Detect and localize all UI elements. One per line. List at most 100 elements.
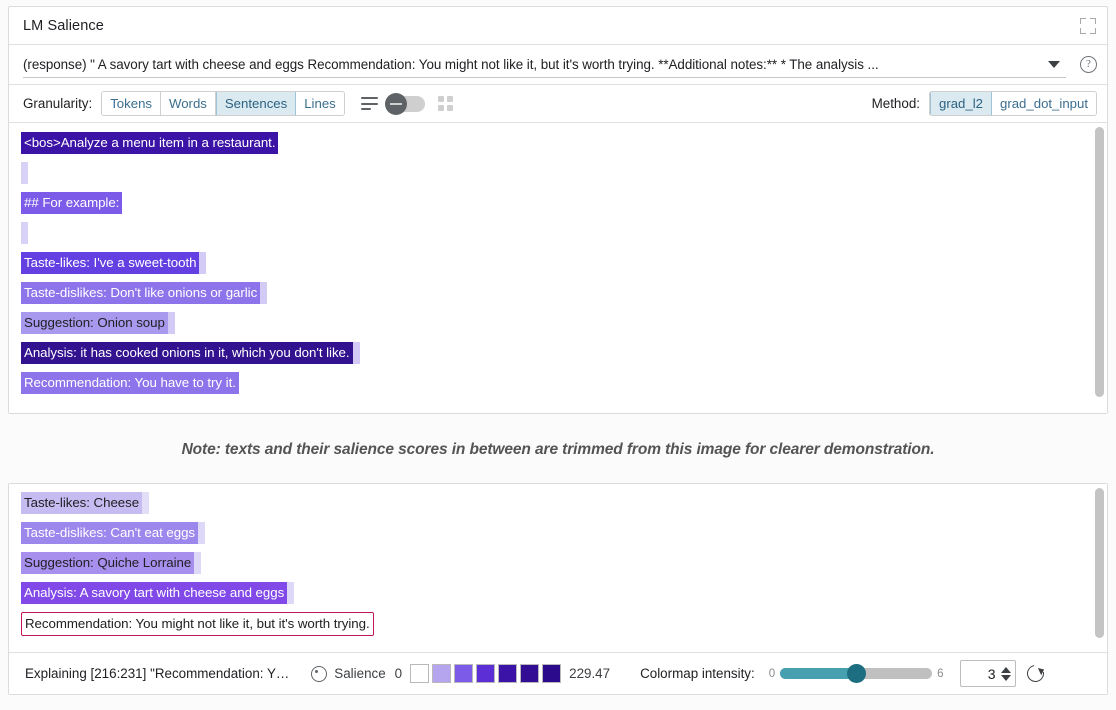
salience-segment-space[interactable] [194,552,201,574]
method-option-grad-dot-input[interactable]: grad_dot_input [992,92,1096,115]
reset-icon[interactable] [1023,662,1047,686]
page-title: LM Salience [23,18,104,34]
lines-icon-bar-3 [361,108,372,110]
salience-row[interactable] [21,222,1107,252]
response-select-value: (response) " A savory tart with cheese a… [23,57,1042,72]
lines-icon[interactable] [361,97,378,110]
response-selector-bar: (response) " A savory tart with cheese a… [9,45,1107,85]
salience-text-panel-top[interactable]: <bos>Analyze a menu item in a restaurant… [9,123,1107,413]
salience-segment[interactable]: Taste-dislikes: Can't eat eggs [21,522,198,544]
salience-segment-space[interactable] [142,492,149,514]
salience-segment-selected[interactable]: Recommendation: You might not like it, b… [21,612,374,636]
ramp-swatch-4 [498,664,517,683]
slider-handle[interactable] [847,664,866,683]
salience-segment[interactable] [21,162,28,184]
salience-segment[interactable]: <bos>Analyze a menu item in a restaurant… [21,132,278,154]
grid-cell-1 [438,96,444,102]
salience-row[interactable]: Analysis: it has cooked onions in it, wh… [21,342,1107,372]
ramp-swatch-3 [476,664,495,683]
grid-view-icon[interactable] [438,96,453,111]
ramp-swatch-0 [410,664,429,683]
granularity-option-lines[interactable]: Lines [296,92,344,115]
salience-row[interactable]: Recommendation: You have to try it. [21,372,1107,402]
salience-segment[interactable]: Suggestion: Onion soup [21,312,168,334]
stepper-arrows[interactable] [1001,667,1011,681]
lines-icon-bar-1 [361,97,378,99]
salience-row[interactable]: Taste-likes: Cheese [21,492,1107,522]
salience-row[interactable]: ## For example: [21,192,1107,222]
ramp-swatch-6 [542,664,561,683]
help-circle-icon[interactable]: ? [1080,56,1097,73]
salience-row[interactable]: Taste-likes: I've a sweet-tooth [21,252,1107,282]
salience-row[interactable]: <bos>Analyze a menu item in a restaurant… [21,132,1107,162]
display-mode-toggle[interactable] [387,96,425,112]
salience-row[interactable]: Suggestion: Quiche Lorraine [21,552,1107,582]
method-option-grad-l2[interactable]: grad_l2 [930,92,992,115]
salience-segment[interactable]: ## For example: [21,192,122,214]
salience-segment[interactable]: Taste-dislikes: Don't like onions or gar… [21,282,260,304]
colormap-intensity-control: 0 6 [769,668,944,680]
expand-corner-tr [1090,18,1096,24]
lm-salience-app: LM Salience (response) " A savory tart w… [0,0,1116,710]
salience-segment-space[interactable] [287,582,294,604]
slider-fill [780,668,856,679]
slider-min-label: 0 [769,668,775,680]
salience-segment-space[interactable] [168,312,175,334]
salience-segment[interactable]: Recommendation: You have to try it. [21,372,239,394]
grid-cell-3 [438,105,444,111]
expand-icon[interactable] [1079,17,1097,35]
colormap-intensity-slider[interactable] [780,668,932,679]
salience-row[interactable]: Analysis: A savory tart with cheese and … [21,582,1107,612]
stepper-value: 3 [988,666,996,682]
salience-row[interactable]: Taste-dislikes: Don't like onions or gar… [21,282,1107,312]
salience-segment[interactable]: Suggestion: Quiche Lorraine [21,552,194,574]
salience-row[interactable]: Taste-dislikes: Can't eat eggs [21,522,1107,552]
chevron-down-icon[interactable] [1048,61,1060,68]
scrollbar-thumb[interactable] [1095,127,1104,397]
salience-segment[interactable]: Analysis: A savory tart with cheese and … [21,582,287,604]
granularity-option-sentences[interactable]: Sentences [216,92,296,115]
ramp-swatch-1 [432,664,451,683]
lines-icon-bar-2 [361,103,378,105]
salience-legend-label: Salience [334,666,385,681]
ramp-swatch-2 [454,664,473,683]
ramp-swatch-5 [520,664,539,683]
salience-segment-space[interactable] [260,282,267,304]
salience-segment[interactable]: Taste-likes: I've a sweet-tooth [21,252,199,274]
grid-cell-2 [447,96,453,102]
controls-toolbar: Granularity: Tokens Words Sentences Line… [9,85,1107,123]
vertical-scrollbar-bottom[interactable] [1095,488,1104,648]
granularity-option-words[interactable]: Words [161,92,216,115]
salience-segment[interactable] [21,222,28,244]
expand-corner-br [1090,28,1096,34]
salience-segment-space[interactable] [198,522,205,544]
salience-segment[interactable]: Taste-likes: Cheese [21,492,142,514]
grid-cell-4 [447,105,453,111]
trim-note: Note: texts and their salience scores in… [0,441,1116,459]
expand-corner-bl [1080,28,1086,34]
granularity-option-tokens[interactable]: Tokens [102,92,161,115]
salience-row[interactable]: Suggestion: Onion soup [21,312,1107,342]
stepper-down-arrow[interactable] [1001,675,1011,681]
salience-segment[interactable]: Analysis: it has cooked onions in it, wh… [21,342,353,364]
explaining-text: Explaining [216:231] "Recommendation: Y… [25,666,289,681]
salience-row[interactable] [21,162,1107,192]
salience-segment-space[interactable] [353,342,360,364]
method-group: grad_l2 grad_dot_input [929,91,1097,116]
granularity-label: Granularity: [23,96,92,111]
status-bar: Explaining [216:231] "Recommendation: Y…… [9,652,1107,694]
colormap-intensity-stepper[interactable]: 3 [960,660,1016,687]
granularity-group: Tokens Words Sentences Lines [101,91,345,116]
scrollbar-thumb[interactable] [1095,488,1104,638]
salience-row[interactable]: Recommendation: You might not like it, b… [21,612,1107,642]
slider-max-label: 6 [937,668,943,680]
stepper-up-arrow[interactable] [1001,667,1011,673]
salience-text-panel-bottom[interactable]: Taste-likes: Cheese Taste-dislikes: Can't… [9,484,1107,652]
colormap-intensity-label: Colormap intensity: [640,666,755,681]
salience-module-top: LM Salience (response) " A savory tart w… [8,6,1108,414]
module-title-bar: LM Salience [9,7,1107,45]
response-select[interactable]: (response) " A savory tart with cheese a… [23,51,1066,78]
method-label: Method: [872,96,920,111]
vertical-scrollbar-top[interactable] [1095,127,1104,409]
salience-segment-space[interactable] [199,252,206,274]
